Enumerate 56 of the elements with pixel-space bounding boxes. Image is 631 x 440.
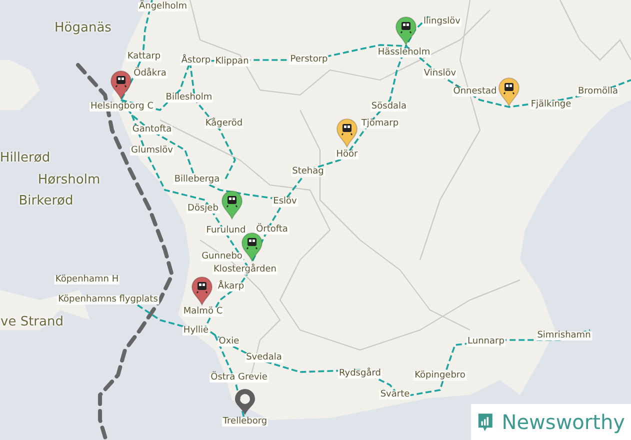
- station-label: Klippan: [214, 58, 250, 66]
- station-label: Malmö C: [182, 308, 224, 316]
- station-label: Trelleborg: [222, 418, 268, 426]
- station-label: Billeberga: [173, 176, 221, 184]
- town-label: Höganäs: [54, 22, 112, 34]
- station-pin-icon[interactable]: [395, 16, 417, 46]
- station-label: Ödåkra: [132, 70, 168, 78]
- station-label: Köpenhamns flygplats: [57, 296, 159, 304]
- station-label: Gantofta: [131, 126, 173, 134]
- town-label: Birkerød: [18, 194, 74, 208]
- station-label: Åstorp: [180, 56, 212, 66]
- station-label: Hässleholm: [376, 48, 432, 58]
- station-label: Sösdala: [370, 102, 408, 112]
- station-label: Ängelholm: [138, 2, 188, 12]
- station-label: Tjömarp: [360, 120, 400, 128]
- station-label: Örtofta: [255, 226, 289, 234]
- station-label: Lunnarp: [466, 338, 506, 346]
- station-pin-icon[interactable]: [336, 118, 358, 148]
- station-label: Helsingborg C: [89, 102, 155, 112]
- station-label: Östra Grevie: [210, 374, 268, 382]
- station-label: Dösjeb: [186, 204, 220, 214]
- station-label: Perstorp: [289, 56, 329, 64]
- town-label: Hørsholm: [38, 174, 100, 186]
- station-label: Svarte: [379, 390, 411, 400]
- station-label: Oxie: [218, 338, 240, 346]
- station-label: Gunnebo: [200, 252, 244, 262]
- town-label: Hillerød: [0, 152, 50, 164]
- station-label: Klostergården: [212, 266, 278, 274]
- station-label: Eslöv: [272, 198, 298, 206]
- station-label: Stehag: [291, 168, 325, 176]
- station-label: Fjälkinge: [530, 100, 572, 110]
- station-label: Billesholm: [164, 94, 214, 102]
- station-label: Höör: [335, 150, 359, 160]
- station-label: Furulund: [205, 226, 247, 236]
- station-pin-icon[interactable]: [191, 276, 213, 306]
- station-label: Köpingebro: [414, 372, 466, 380]
- station-label: Svedala: [245, 354, 283, 362]
- station-label: Glumslöv: [130, 146, 174, 156]
- town-label: ve Strand: [0, 316, 64, 328]
- station-label: llingslöv: [422, 18, 462, 26]
- station-label: Kattarp: [126, 52, 162, 62]
- station-pin-icon[interactable]: [110, 70, 132, 100]
- station-label: Bromölla: [577, 88, 619, 96]
- station-label: Rydsgård: [338, 370, 382, 378]
- station-label: Önnestad: [452, 88, 498, 96]
- station-pin-icon[interactable]: [221, 190, 243, 220]
- station-label: Kågeröd: [204, 120, 244, 128]
- logo-text: Newsworthy: [502, 412, 625, 432]
- station-label: Simrishamn: [536, 332, 592, 340]
- station-label: Hyllie: [182, 326, 210, 336]
- location-pin-icon[interactable]: [233, 389, 257, 416]
- station-pin-icon[interactable]: [241, 232, 263, 262]
- station-label: Köpenhamn H: [54, 276, 120, 284]
- station-pin-icon[interactable]: [498, 77, 520, 107]
- station-label: Vinslöv: [422, 70, 458, 78]
- station-label: Åkarp: [216, 282, 246, 292]
